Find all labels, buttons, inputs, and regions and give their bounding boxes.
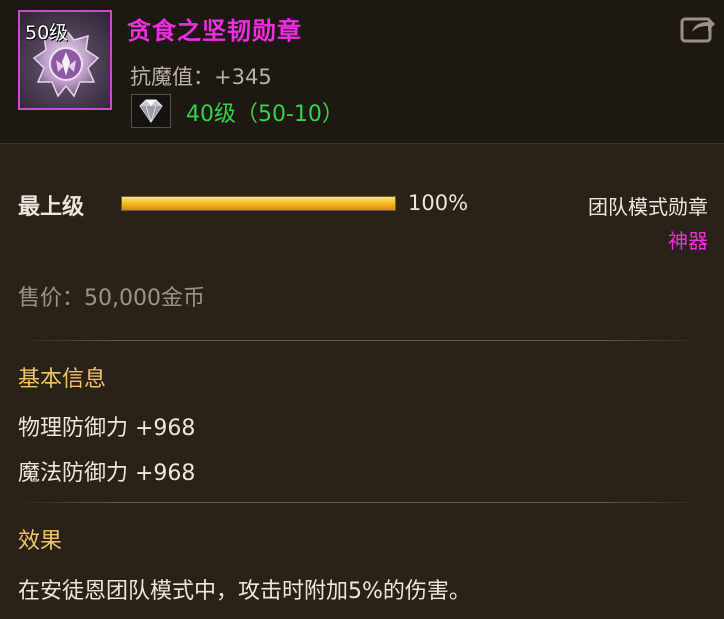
grade-percent: 100% (408, 191, 469, 215)
share-icon[interactable] (680, 12, 716, 44)
item-name: 贪食之坚韧勋章 (127, 17, 302, 45)
item-rarity: 神器 (668, 229, 708, 253)
item-icon-frame[interactable]: 50级 (18, 10, 112, 110)
sell-price: 售价：50,000金币 (18, 286, 205, 311)
grade-progress-bar (121, 196, 396, 211)
gem-level-range: 40级（50-10） (186, 102, 344, 127)
item-category: 团队模式勋章 (588, 195, 708, 219)
effect-title: 效果 (18, 529, 63, 554)
stat-magic-defense: 魔法防御力 +968 (18, 461, 196, 486)
effect-description: 在安徒恩团队模式中，攻击时附加5%的伤害。 (18, 579, 471, 604)
item-header: 50级 贪食之坚韧勋章 抗魔值：+345 40级（50-10） (0, 0, 724, 144)
grade-label: 最上级 (18, 195, 85, 220)
magic-resist-value: 抗魔值：+345 (130, 65, 272, 89)
divider (14, 502, 706, 503)
item-level-badge: 50级 (25, 22, 69, 44)
stat-physical-defense: 物理防御力 +968 (18, 416, 196, 441)
divider (14, 340, 706, 341)
grade-progress-fill (122, 197, 395, 210)
gem-icon (131, 94, 171, 128)
basic-info-title: 基本信息 (18, 367, 107, 392)
